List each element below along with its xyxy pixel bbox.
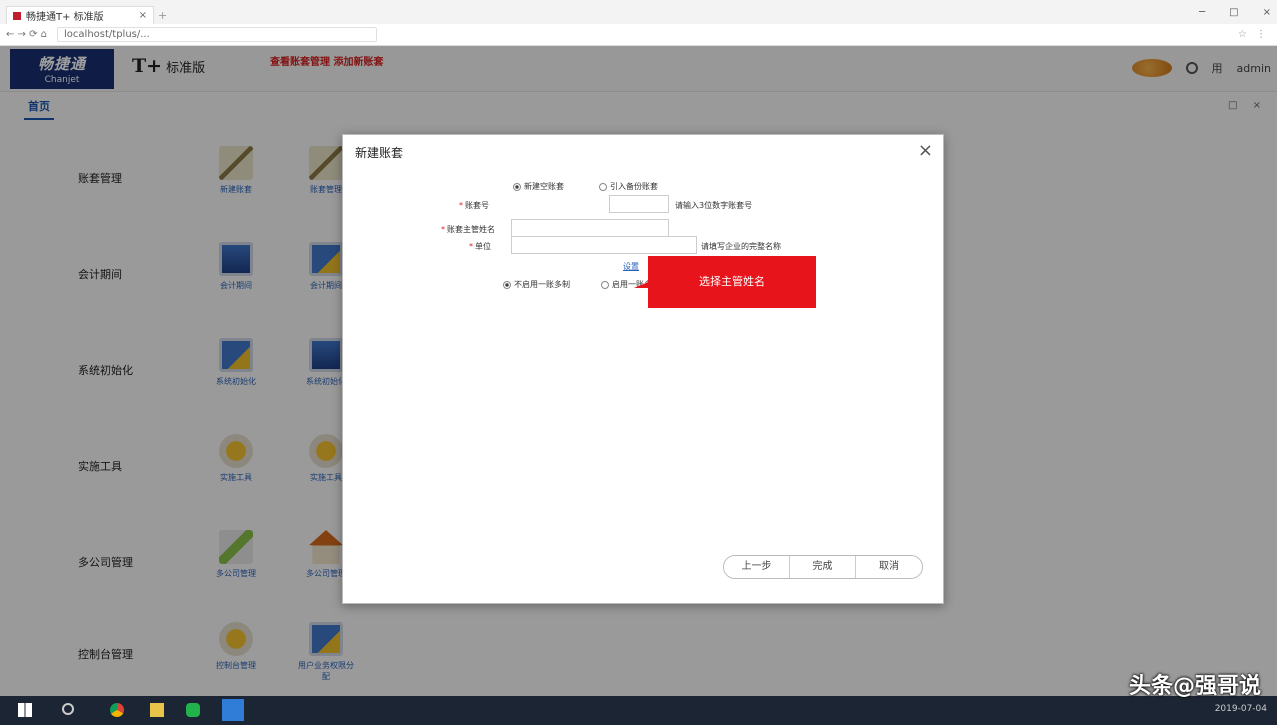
radio-label: 新建空账套: [524, 182, 564, 191]
watermark: 头条@强哥说: [1128, 674, 1261, 699]
file-explorer-icon[interactable]: [150, 703, 164, 717]
address-bar: ← → ⟳ ⌂ localhost/tplus/... ☆ ⋮: [0, 24, 1277, 46]
close-icon[interactable]: ×: [918, 140, 933, 161]
window-controls: ─ □ ×: [1199, 7, 1271, 18]
dialog-title: 新建账套: [355, 146, 404, 160]
favicon-icon: [13, 11, 21, 20]
cancel-button[interactable]: 取消: [856, 556, 922, 578]
tab-close-icon[interactable]: ×: [139, 10, 147, 21]
chat-app-icon[interactable]: [186, 703, 200, 717]
company-label: * 单位: [469, 242, 491, 251]
close-window-button[interactable]: ×: [1263, 7, 1271, 18]
radio-single-ledger[interactable]: 不启用一账多制: [503, 279, 570, 290]
manager-name-input[interactable]: [511, 219, 669, 237]
settings-link[interactable]: 设置: [623, 261, 639, 272]
browser-tabbar: 畅捷通T+ 标准版 × + ─ □ ×: [0, 0, 1277, 24]
radio-icon: [503, 280, 511, 289]
nav-buttons[interactable]: ← → ⟳ ⌂: [6, 29, 47, 40]
windows-start-icon[interactable]: [18, 703, 32, 717]
prev-button[interactable]: 上一步: [724, 556, 790, 578]
account-no-hint: 请输入3位数字账套号: [675, 201, 753, 210]
taskbar: 2019-07-04: [0, 696, 1277, 725]
browser-tab-title: 畅捷通T+ 标准版: [26, 12, 104, 23]
dialog-button-group: 上一步 完成 取消: [723, 555, 923, 579]
tray-clock: 2019-07-04: [1214, 704, 1267, 714]
radio-icon: [599, 182, 607, 191]
active-app-icon[interactable]: [222, 699, 244, 721]
maximize-button[interactable]: □: [1229, 7, 1238, 18]
url-input[interactable]: localhost/tplus/...: [57, 27, 378, 42]
radio-icon: [513, 182, 521, 191]
manager-name-label: * 账套主管姓名: [441, 225, 495, 234]
account-no-input[interactable]: [609, 195, 669, 213]
browser-actions[interactable]: ☆ ⋮: [1238, 29, 1269, 40]
radio-new-account[interactable]: 新建空账套: [513, 181, 564, 192]
account-no-label: * 账套号: [459, 201, 489, 210]
browser-tab[interactable]: 畅捷通T+ 标准版 ×: [6, 6, 154, 24]
annotation-callout: 选择主管姓名: [648, 256, 816, 308]
minimize-button[interactable]: ─: [1199, 7, 1205, 18]
new-tab-button[interactable]: +: [158, 9, 167, 22]
new-account-dialog: 新建账套 × 新建空账套 引入备份账套 * 账套号 请输入3位数字账套号 * 账套主…: [342, 134, 944, 604]
radio-icon: [601, 280, 609, 289]
radio-import-account[interactable]: 引入备份账套: [599, 181, 658, 192]
radio-label: 不启用一账多制: [514, 280, 570, 289]
radio-label: 引入备份账套: [610, 182, 658, 191]
browser-icon[interactable]: [110, 703, 124, 717]
search-icon[interactable]: [62, 703, 74, 715]
finish-button[interactable]: 完成: [790, 556, 856, 578]
